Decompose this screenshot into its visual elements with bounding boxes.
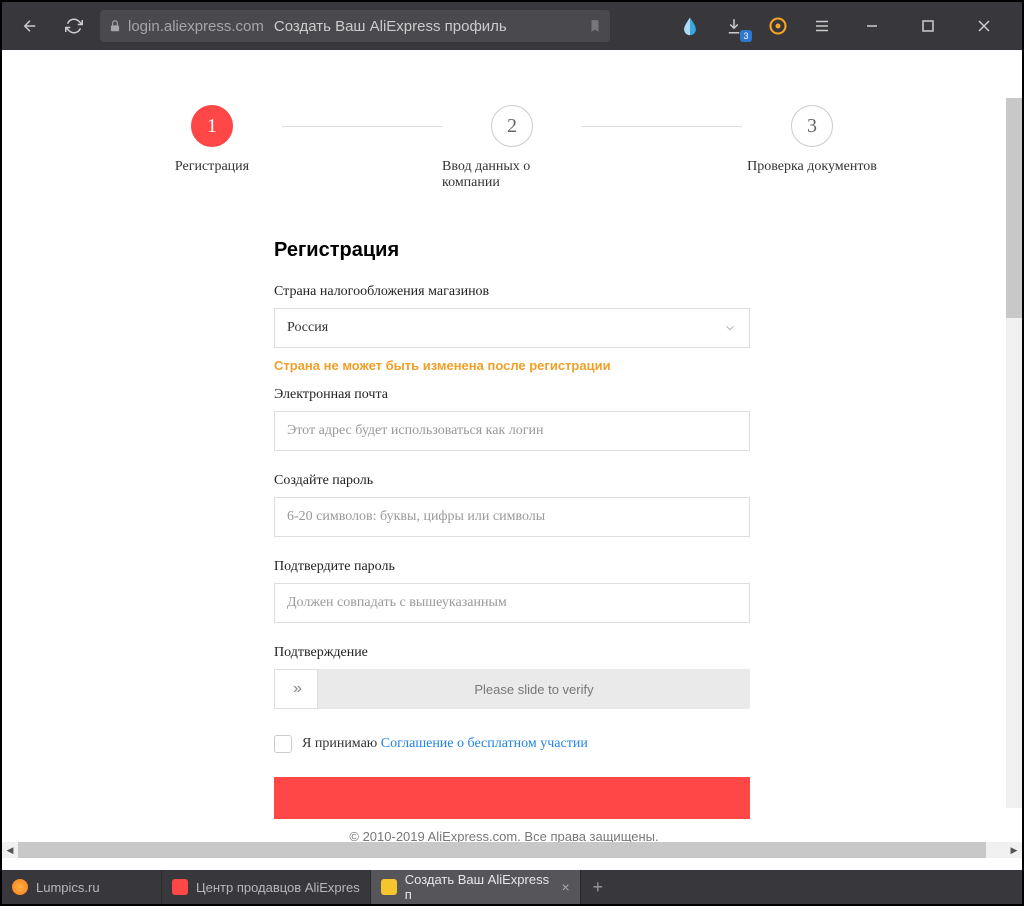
menu-button[interactable] (808, 12, 836, 40)
email-input[interactable] (274, 411, 750, 451)
tab-favicon (172, 879, 188, 895)
chevron-right-icon: » (293, 680, 299, 698)
tab-favicon (12, 879, 28, 895)
address-bar[interactable]: login.aliexpress.com Создать Ваш AliExpr… (100, 10, 610, 42)
browser-toolbar: login.aliexpress.com Создать Ваш AliExpr… (2, 2, 1022, 50)
agree-prefix: Я принимаю (302, 736, 381, 751)
email-label: Электронная почта (274, 387, 750, 403)
step-connector (582, 126, 742, 127)
agree-link[interactable]: Соглашение о бесплатном участии (381, 736, 588, 751)
chevron-down-icon (723, 321, 737, 335)
browser-tabbar: Lumpics.ru Центр продавцов AliExpres Соз… (2, 870, 1022, 904)
tab-create-profile[interactable]: Создать Ваш AliExpress п × (371, 870, 581, 904)
form-title: Регистрация (274, 239, 750, 262)
step-1-label: Регистрация (175, 159, 249, 175)
agree-text: Я принимаю Соглашение о бесплатном участ… (302, 736, 588, 752)
step-1: 1 Регистрация (142, 105, 282, 175)
back-button[interactable] (12, 10, 48, 42)
downloads-button[interactable]: 3 (720, 12, 748, 40)
horizontal-scrollbar-thumb[interactable] (18, 842, 986, 858)
tab-lumpics[interactable]: Lumpics.ru (2, 870, 162, 904)
agree-checkbox[interactable] (274, 735, 292, 753)
tab-label: Создать Ваш AliExpress п (405, 872, 554, 902)
verify-slider[interactable]: » Please slide to verify (274, 669, 750, 709)
scroll-left-button[interactable]: ◀ (2, 842, 18, 858)
country-label: Страна налогообложения магазинов (274, 284, 750, 300)
password-input[interactable] (274, 497, 750, 537)
download-badge: 3 (740, 30, 752, 42)
close-icon (978, 20, 990, 32)
extension-button[interactable] (764, 12, 792, 40)
step-2-label: Ввод данных о компании (442, 159, 582, 191)
vertical-scrollbar[interactable] (1006, 98, 1022, 808)
tab-label: Центр продавцов AliExpres (196, 880, 360, 895)
confirm-label: Подтвердите пароль (274, 559, 750, 575)
scroll-right-button[interactable]: ▶ (1006, 842, 1022, 858)
tab-close-button[interactable]: × (562, 879, 570, 895)
step-2: 2 Ввод данных о компании (442, 105, 582, 191)
slider-track: Please slide to verify (318, 669, 750, 709)
minimize-icon (866, 20, 878, 32)
close-button[interactable] (964, 10, 1004, 42)
reload-button[interactable] (56, 10, 92, 42)
continue-button[interactable] (274, 777, 750, 821)
country-select[interactable]: Россия (274, 308, 750, 348)
maximize-icon (922, 20, 934, 32)
shield-icon (768, 16, 788, 36)
bookmark-icon[interactable] (588, 18, 602, 34)
page-viewport: 1 Регистрация 2 Ввод данных о компании 3… (2, 50, 1022, 858)
arrow-left-icon (21, 17, 39, 35)
new-tab-button[interactable]: + (581, 870, 615, 904)
yandex-button[interactable] (676, 12, 704, 40)
url-host: login.aliexpress.com (128, 18, 264, 35)
lock-icon (108, 19, 122, 33)
maximize-button[interactable] (908, 10, 948, 42)
step-1-circle: 1 (191, 105, 233, 147)
toolbar-right: 3 (676, 10, 1012, 42)
confirm-input[interactable] (274, 583, 750, 623)
country-value: Россия (287, 320, 328, 336)
step-2-circle: 2 (491, 105, 533, 147)
drop-icon (680, 16, 700, 36)
step-3: 3 Проверка документов (742, 105, 882, 175)
registration-form: Регистрация Страна налогообложения магаз… (274, 239, 750, 826)
step-3-label: Проверка документов (747, 159, 877, 175)
horizontal-scrollbar[interactable]: ◀ ▶ (2, 842, 1022, 858)
tab-favicon (381, 879, 397, 895)
captcha-label: Подтверждение (274, 645, 750, 661)
url-title: Создать Ваш AliExpress профиль (274, 18, 507, 35)
progress-steps: 1 Регистрация 2 Ввод данных о компании 3… (132, 105, 892, 191)
tab-label: Lumpics.ru (36, 880, 100, 895)
slider-handle[interactable]: » (274, 669, 318, 709)
reload-icon (65, 17, 83, 35)
vertical-scrollbar-thumb[interactable] (1006, 98, 1022, 318)
country-warning: Страна не может быть изменена после реги… (274, 358, 750, 373)
minimize-button[interactable] (852, 10, 892, 42)
agreement-row: Я принимаю Соглашение о бесплатном участ… (274, 735, 750, 753)
hamburger-icon (813, 17, 831, 35)
tab-seller-center[interactable]: Центр продавцов AliExpres (162, 870, 371, 904)
step-3-circle: 3 (791, 105, 833, 147)
password-label: Создайте пароль (274, 473, 750, 489)
step-connector (282, 126, 442, 127)
